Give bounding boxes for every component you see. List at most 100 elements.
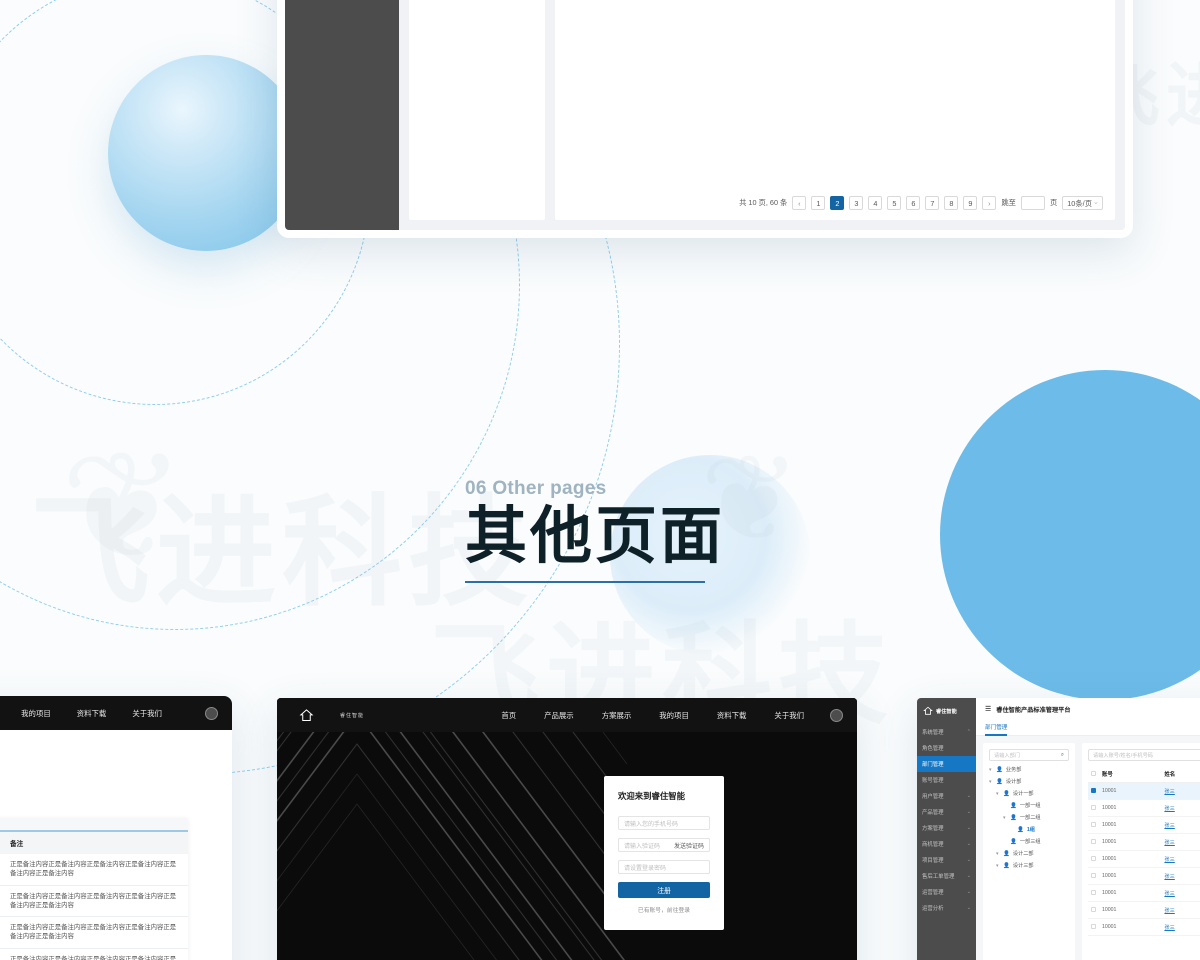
next-page-button[interactable]: › (982, 196, 997, 210)
br-sidebar-item-0[interactable]: 系统管理 ⌃ (917, 724, 976, 740)
expand-caret-icon[interactable]: ▾ (996, 863, 1000, 869)
send-code-button[interactable]: 发送验证码 (674, 841, 704, 850)
user-group-icon: 👤 (1010, 802, 1017, 809)
page-size-select[interactable]: 10条/页 (1062, 195, 1103, 210)
cell-name-link[interactable]: 张三 (1164, 806, 1174, 812)
row-checkbox[interactable] (1091, 787, 1096, 793)
expand-caret-icon[interactable]: ▾ (996, 851, 1000, 857)
tree-node-0[interactable]: ▾ 👤 业务部 (989, 766, 1069, 774)
tree-node-3[interactable]: 👤 一部一组 (989, 802, 1069, 810)
cell-name-link[interactable]: 张三 (1164, 840, 1174, 846)
member-row[interactable]: 10001 张三 13433039990 (1088, 867, 1200, 885)
page-button-2[interactable]: 2 (830, 196, 845, 210)
br-sidebar-item-9[interactable]: 售后工单管理 ⌄ (917, 868, 976, 884)
register-nav-item-5[interactable]: 关于我们 (774, 710, 804, 721)
table-row[interactable]: ¥200.00 ¥200.00 正是备注内容正是备注内容正是备注内容正是备注内容… (0, 916, 188, 949)
page-button-9[interactable]: 9 (963, 196, 978, 210)
cell-account: 10001 (1099, 833, 1162, 851)
page-button-3[interactable]: 3 (849, 196, 864, 210)
tree-node-6[interactable]: 👤 一部三组 (989, 838, 1069, 846)
site-nav-item-2[interactable]: 我的项目 (21, 708, 51, 719)
page-button-1[interactable]: 1 (811, 196, 826, 210)
cell-name-link[interactable]: 张三 (1164, 891, 1174, 897)
jump-input[interactable] (1020, 196, 1045, 210)
cell-name-link[interactable]: 张三 (1164, 925, 1174, 931)
tree-node-2[interactable]: ▾ 👤 设计一部 (989, 790, 1069, 798)
phone-input[interactable]: 请输入您的手机号码 (618, 816, 710, 830)
goto-login-link[interactable]: 已有账号，前往登录 (618, 905, 710, 914)
row-checkbox[interactable] (1091, 923, 1096, 929)
table-row[interactable]: ¥200.00 ¥200.00 正是备注内容正是备注内容正是备注内容正是备注内容… (0, 885, 188, 918)
cell-name-link[interactable]: 张三 (1164, 789, 1174, 795)
member-row[interactable]: 10001 张三 13433039990 (1088, 816, 1200, 834)
table-row[interactable]: ¥200.00 ¥200.00 正是备注内容正是备注内容正是备注内容正是备注内容… (0, 854, 188, 886)
member-row[interactable]: 10001 张三 13433039990 (1088, 918, 1200, 936)
br-sidebar-item-2[interactable]: 部门管理 (917, 756, 976, 772)
user-avatar-icon[interactable] (205, 706, 218, 720)
br-sidebar-item-8[interactable]: 项目管理 ⌄ (917, 852, 976, 868)
member-search-input[interactable]: 请输入账号/姓名/手机号码 ⌕ (1088, 749, 1200, 761)
section-heading: 06 Other pages 其他页面 (465, 478, 725, 584)
cell-account: 10001 (1099, 901, 1162, 919)
cell-name-link[interactable]: 张三 (1164, 857, 1174, 863)
expand-caret-icon[interactable]: ▾ (996, 791, 1000, 797)
prev-page-button[interactable]: ‹ (792, 196, 807, 210)
register-nav-item-2[interactable]: 方案展示 (602, 710, 632, 721)
user-group-icon: 👤 (1010, 838, 1017, 845)
member-row[interactable]: 10001 张三 13433039990 (1088, 799, 1200, 817)
cell-name-link[interactable]: 张三 (1164, 874, 1174, 880)
password-input[interactable]: 请设置登录密码 (618, 860, 710, 874)
page-button-4[interactable]: 4 (868, 196, 883, 210)
expand-caret-icon[interactable]: ▾ (989, 779, 993, 785)
br-sidebar-item-11[interactable]: 运营分析 ⌄ (917, 900, 976, 916)
member-row[interactable]: 10001 张三 13433039990 (1088, 901, 1200, 919)
hamburger-icon[interactable]: ☰ (985, 705, 991, 713)
register-nav-item-0[interactable]: 首页 (501, 710, 516, 721)
site-nav-item-3[interactable]: 资料下载 (77, 708, 107, 719)
br-sidebar-item-4[interactable]: 用户管理 ⌄ (917, 788, 976, 804)
br-sidebar-item-10[interactable]: 运营管理 ⌄ (917, 884, 976, 900)
member-row[interactable]: 10001 张三 13433039990 (1088, 782, 1200, 800)
page-button-7[interactable]: 7 (925, 196, 940, 210)
tree-node-5[interactable]: 👤 1组 (989, 826, 1069, 834)
table-row[interactable]: ¥200.00 ¥200.00 正是备注内容正是备注内容正是备注内容正是备注内容… (0, 948, 188, 960)
tab-department-management[interactable]: 部门管理 (985, 720, 1008, 736)
code-input[interactable]: 请输入验证码 发送验证码 (618, 838, 710, 852)
row-checkbox[interactable] (1091, 872, 1096, 878)
page-button-8[interactable]: 8 (944, 196, 959, 210)
row-checkbox[interactable] (1091, 906, 1096, 912)
row-checkbox[interactable] (1091, 821, 1096, 827)
register-button[interactable]: 注册 (618, 882, 710, 898)
cell-name-link[interactable]: 张三 (1164, 908, 1174, 914)
expand-caret-icon[interactable]: ▾ (989, 767, 993, 773)
tree-node-8[interactable]: ▾ 👤 设计三部 (989, 862, 1069, 870)
br-sidebar-item-3[interactable]: 账号管理 (917, 772, 976, 788)
expand-caret-icon[interactable]: ▾ (1003, 815, 1007, 821)
tree-node-4[interactable]: ▾ 👤 一部二组 (989, 814, 1069, 822)
row-checkbox[interactable] (1091, 889, 1096, 895)
user-avatar-icon[interactable] (830, 708, 843, 722)
site-nav-item-4[interactable]: 关于我们 (132, 708, 162, 719)
member-row[interactable]: 10001 张三 13433039990 (1088, 850, 1200, 868)
br-sidebar-item-7[interactable]: 商机管理 ⌄ (917, 836, 976, 852)
cell-name-link[interactable]: 张三 (1164, 823, 1174, 829)
select-all-checkbox[interactable] (1091, 770, 1096, 776)
register-nav-item-1[interactable]: 产品展示 (544, 710, 574, 721)
member-row[interactable]: 10001 张三 13433039990 (1088, 833, 1200, 851)
register-nav-item-3[interactable]: 我的项目 (659, 710, 689, 721)
department-search-input[interactable]: 请输入部门 ⌕ (989, 749, 1069, 761)
page-button-5[interactable]: 5 (887, 196, 902, 210)
register-nav-item-4[interactable]: 资料下载 (717, 710, 747, 721)
row-checkbox[interactable] (1091, 804, 1096, 810)
row-checkbox[interactable] (1091, 838, 1096, 844)
row-checkbox[interactable] (1091, 855, 1096, 861)
member-row[interactable]: 10001 张三 13433039990 (1088, 884, 1200, 902)
tree-node-1[interactable]: ▾ 👤 设计部 (989, 778, 1069, 786)
br-sidebar-item-6[interactable]: 方案管理 ⌄ (917, 820, 976, 836)
tree-node-7[interactable]: ▾ 👤 设计二部 (989, 850, 1069, 858)
page-button-6[interactable]: 6 (906, 196, 921, 210)
code-placeholder: 请输入验证码 (624, 843, 661, 850)
br-sidebar-item-5[interactable]: 产品管理 ⌄ (917, 804, 976, 820)
br-sidebar-item-1[interactable]: 角色管理 (917, 740, 976, 756)
search-icon[interactable]: ⌕ (1061, 752, 1064, 759)
